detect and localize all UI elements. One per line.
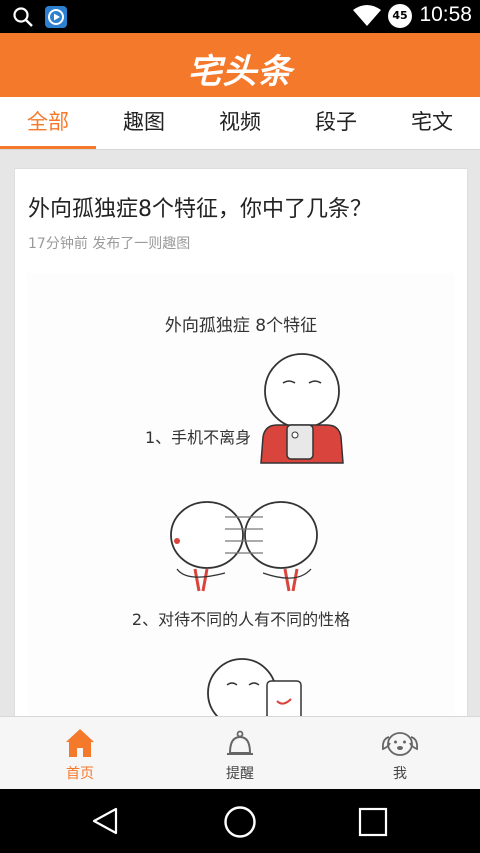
app-header: 宅头条 xyxy=(0,33,480,97)
dog-face-icon xyxy=(381,732,419,756)
tab-all[interactable]: 全部 xyxy=(0,97,96,149)
figure-two-faces xyxy=(170,501,318,592)
battery-icon: 45 xyxy=(388,4,412,28)
nav-notifications[interactable]: 提醒 xyxy=(160,717,320,790)
tab-videos[interactable]: 视频 xyxy=(192,97,288,149)
media-app-icon xyxy=(45,6,67,28)
tab-jokes[interactable]: 段子 xyxy=(288,97,384,149)
category-tabs: 全部 趣图 视频 段子 宅文 xyxy=(0,97,480,150)
system-navigation-bar xyxy=(0,789,480,853)
search-icon xyxy=(13,7,33,27)
active-tab-indicator xyxy=(0,146,96,149)
home-icon xyxy=(66,729,94,757)
nav-profile[interactable]: 我 xyxy=(320,717,480,790)
figure-partial xyxy=(207,658,302,716)
comic-caption-1: 1、手机不离身 xyxy=(145,428,251,447)
status-bar: 45 10:58 xyxy=(0,0,480,33)
status-time: 10:58 xyxy=(419,3,472,26)
card-title[interactable]: 外向孤独症8个特征，你中了几条？ xyxy=(28,191,372,223)
recents-icon[interactable] xyxy=(358,807,388,837)
nav-profile-label: 我 xyxy=(393,766,407,782)
card-image[interactable]: 外向孤独症 8个特征 1、手机不离身 2、对待不同的人有不同的性格 xyxy=(27,273,455,716)
figure-phone xyxy=(260,353,344,464)
back-icon[interactable] xyxy=(90,806,120,836)
bell-icon xyxy=(227,730,253,755)
nav-home-label: 首页 xyxy=(66,766,94,782)
nav-notifications-label: 提醒 xyxy=(226,766,254,782)
bottom-navigation: 首页 提醒 我 xyxy=(0,716,480,790)
wifi-icon xyxy=(353,5,381,26)
comic-illustration: 外向孤独症 8个特征 1、手机不离身 2、对待不同的人有不同的性格 xyxy=(132,316,350,716)
home-circle-icon[interactable] xyxy=(223,805,257,839)
card-meta: 17分钟前 发布了一则趣图 xyxy=(28,236,191,252)
tab-funny-pics[interactable]: 趣图 xyxy=(96,97,192,149)
comic-heading: 外向孤独症 8个特征 xyxy=(165,316,317,336)
feed-list[interactable]: 外向孤独症8个特征，你中了几条？ 17分钟前 发布了一则趣图 外向孤独症 8个特… xyxy=(0,150,480,716)
app-logo: 宅头条 xyxy=(187,52,293,92)
tab-articles[interactable]: 宅文 xyxy=(384,97,480,149)
battery-level: 45 xyxy=(392,9,408,22)
feed-card[interactable]: 外向孤独症8个特征，你中了几条？ 17分钟前 发布了一则趣图 外向孤独症 8个特… xyxy=(14,168,468,716)
comic-caption-2: 2、对待不同的人有不同的性格 xyxy=(132,610,350,629)
nav-home[interactable]: 首页 xyxy=(0,717,160,790)
